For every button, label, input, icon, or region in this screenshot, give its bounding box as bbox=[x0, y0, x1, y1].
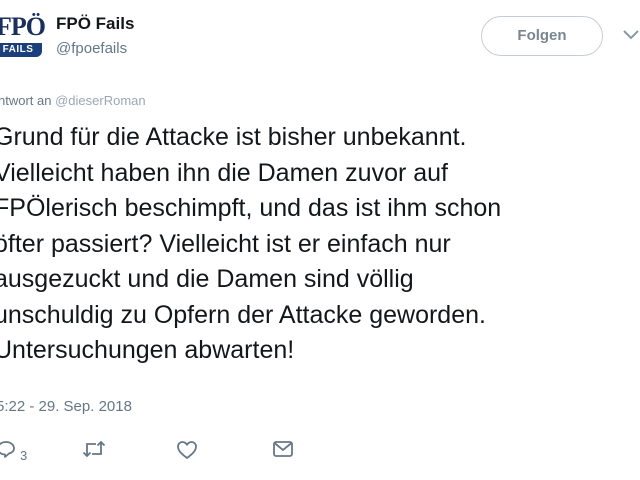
message-icon bbox=[272, 440, 294, 458]
retweet-icon bbox=[82, 440, 106, 458]
reply-count: 3 bbox=[20, 448, 28, 463]
avatar-logo-text: FPÖ bbox=[0, 12, 46, 41]
reply-context: ntwort an @dieserRoman bbox=[0, 93, 146, 108]
tweet-text: Grund für die Attacke ist bisher unbekan… bbox=[0, 123, 502, 364]
avatar[interactable]: FPÖ FAILS bbox=[0, 12, 46, 64]
tweet-timestamp[interactable]: 5:22 - 29. Sep. 2018 bbox=[0, 398, 132, 415]
tweet-actions: 3 bbox=[0, 430, 640, 470]
display-name[interactable]: FPÖ Fails bbox=[56, 14, 134, 34]
avatar-logo-badge: FAILS bbox=[0, 43, 42, 57]
reply-icon bbox=[0, 440, 16, 458]
follow-button[interactable]: Folgen bbox=[481, 16, 603, 56]
like-icon bbox=[176, 440, 198, 460]
chevron-down-icon[interactable] bbox=[622, 28, 640, 42]
user-handle[interactable]: @fpoefails bbox=[56, 40, 127, 57]
reply-mention-link[interactable]: @dieserRoman bbox=[55, 93, 146, 108]
tweet-card: FPÖ FAILS FPÖ Fails @fpoefails Folgen nt… bbox=[0, 0, 640, 480]
reply-prefix: ntwort an bbox=[0, 93, 52, 108]
